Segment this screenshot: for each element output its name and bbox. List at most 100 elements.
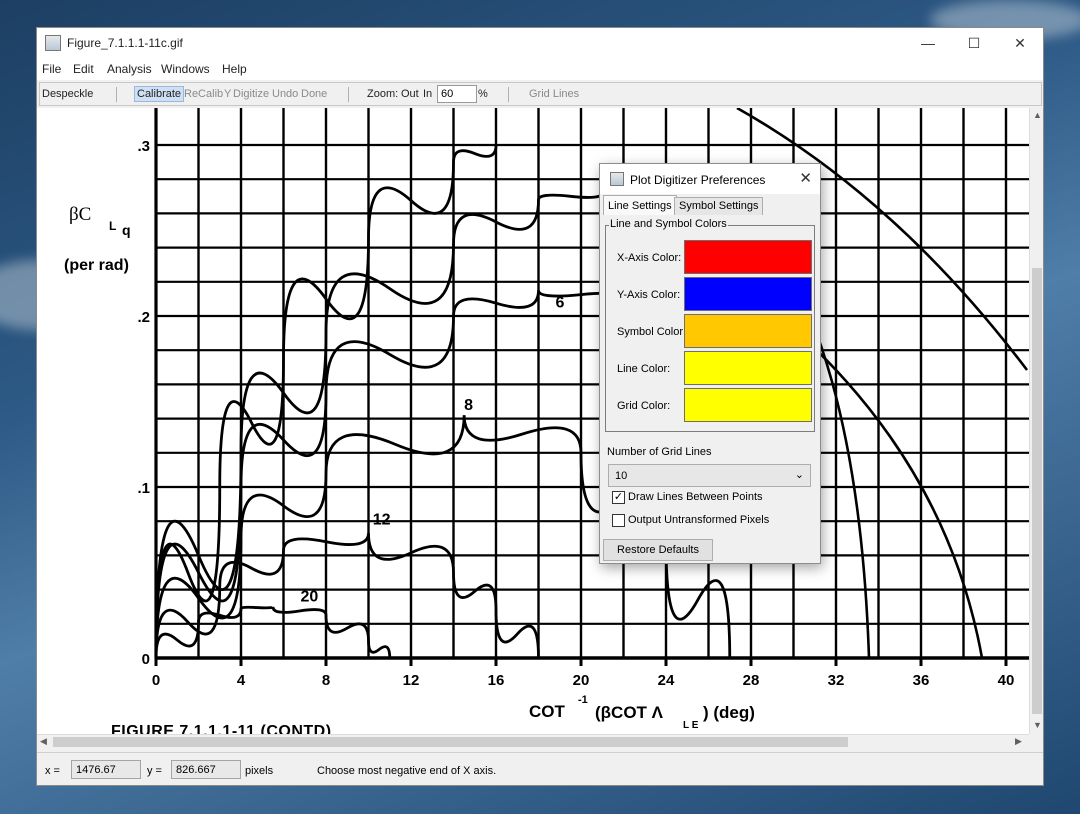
preferences-dialog: Plot Digitizer Preferences ✕ Line Settin… [599,163,821,564]
x-tick-label: 20 [573,672,590,689]
y-tick-label: .2 [137,309,150,326]
x-tick-label: 4 [237,672,246,689]
toolbar-separator [348,87,349,102]
scroll-left-icon[interactable]: ◀ [40,736,47,747]
x-tick-label: 8 [322,672,330,689]
despeckle-button[interactable]: Despeckle [42,88,93,100]
grid-lines-button[interactable]: Grid Lines [529,88,579,100]
scroll-right-icon[interactable]: ▶ [1015,736,1022,747]
zoom-in-button[interactable]: In [423,88,432,100]
y-coord-label: y = [147,765,162,777]
scroll-down-icon[interactable]: ▼ [1033,720,1042,730]
y-button[interactable]: Y [224,88,231,100]
horizontal-scrollbar[interactable]: ◀ ▶ [37,734,1029,748]
vertical-scroll-thumb[interactable] [1032,268,1042,714]
restore-defaults-button[interactable]: Restore Defaults [603,539,713,561]
grid-count-value: 10 [615,470,628,482]
menu-bar: File Edit Analysis Windows Help [37,58,1043,80]
recalib-button[interactable]: ReCalib [184,88,223,100]
title-bar: Figure_7.1.1.1-11c.gif — ☐ ✕ [37,28,1043,58]
menu-help[interactable]: Help [222,62,247,76]
toolbar: Despeckle Calibrate ReCalib Y Digitize U… [39,82,1042,106]
y-axis-color-swatch[interactable] [684,277,812,311]
toolbar-separator [116,87,117,102]
x-axis-title-exp: -1 [578,694,588,706]
digitize-button[interactable]: Digitize [233,88,269,100]
curve-20 [154,605,392,659]
java-app-icon [45,35,61,51]
draw-lines-checkbox[interactable]: ✓ [612,491,625,504]
x-axis-title: COT [529,702,566,721]
close-icon[interactable]: ✕ [997,28,1043,58]
curve-6 [154,289,625,659]
x-tick-label: 0 [152,672,160,689]
menu-windows[interactable]: Windows [161,62,210,76]
image-canvas[interactable]: .3 .2 .1 0 0 4 8 12 16 20 24 28 32 36 40 6 8 12 20 βC Lq (per… [37,108,1029,734]
menu-edit[interactable]: Edit [73,62,94,76]
zoom-out-button[interactable]: Out [401,88,419,100]
scanned-figure: .3 .2 .1 00 4 8 12 16 20 24 28 32 36 40 6 8 12 20 βC L q (per… [64,108,1029,734]
zoom-input[interactable]: 60 [437,85,477,103]
figure-axes [154,108,1029,660]
x-axis-color-swatch[interactable] [684,240,812,274]
y-tick-label: .1 [137,480,150,497]
draw-lines-label: Draw Lines Between Points [628,491,763,503]
x-axis-title-sub: L E [683,720,699,731]
grid-color-swatch[interactable] [684,388,812,422]
figure-grid [154,108,1029,660]
line-color-label: Line Color: [617,363,671,375]
curve-label-12: 12 [373,512,391,529]
figure-curves [154,108,1029,659]
x-tick-label: 24 [658,672,675,689]
dialog-close-icon[interactable]: ✕ [799,169,812,187]
symbol-color-label: Symbol Color: [617,326,687,338]
line-color-swatch[interactable] [684,351,812,385]
color-group-title: Line and Symbol Colors [609,218,728,230]
y-tick-label: 0 [142,651,150,668]
x-coord-label: x = [45,765,60,777]
maximize-icon[interactable]: ☐ [951,28,997,58]
y-axis-units: (per rad) [64,257,129,274]
vertical-scrollbar[interactable]: ▲ ▼ [1029,108,1043,734]
calibrate-button[interactable]: Calibrate [134,86,185,102]
x-tick-label: 28 [743,672,760,689]
y-axis-color-label: Y-Axis Color: [617,289,681,301]
symbol-color-swatch[interactable] [684,314,812,348]
curve-label-8: 8 [464,397,473,414]
done-button[interactable]: Done [301,88,327,100]
zoom-label: Zoom: [367,88,399,100]
y-axis-title-sub: L [109,219,116,233]
horizontal-scroll-thumb[interactable] [53,737,848,747]
x-coord-field: 1476.67 [71,760,141,779]
main-window: Figure_7.1.1.1-11c.gif — ☐ ✕ File Edit A… [36,27,1044,786]
tab-line-settings[interactable]: Line Settings [603,195,677,215]
menu-analysis[interactable]: Analysis [107,62,152,76]
figure-caption: FIGURE 7.1.1.1-11 (CONTD) [111,723,332,734]
minimize-icon[interactable]: — [905,28,951,58]
scroll-up-icon[interactable]: ▲ [1033,110,1042,120]
grid-count-label: Number of Grid Lines [607,446,712,458]
grid-color-label: Grid Color: [617,400,671,412]
y-coord-field: 826.667 [171,760,241,779]
status-bar: x = 1476.67 y = 826.667 pixels Choose mo… [37,752,1043,784]
zoom-percent-label: % [478,88,488,100]
undo-button[interactable]: Undo [272,88,298,100]
x-tick-label: 36 [913,672,930,689]
x-axis-title-unit: ) (deg) [703,703,755,722]
dialog-title-bar: Plot Digitizer Preferences ✕ [600,164,820,194]
curve-label-6: 6 [556,294,565,311]
output-pixels-checkbox[interactable] [612,514,625,527]
y-axis-title: βC [69,204,91,225]
y-tick-label: .3 [137,138,150,155]
x-tick-label: 40 [998,672,1015,689]
grid-count-select[interactable]: 10 ⌄ [608,464,811,487]
coord-unit-label: pixels [245,765,274,777]
y-axis-title-sub2: q [122,222,131,238]
x-tick-label: 12 [403,672,420,689]
tab-symbol-settings[interactable]: Symbol Settings [674,197,764,215]
menu-file[interactable]: File [42,62,61,76]
color-settings-group: Line and Symbol Colors X-Axis Color: Y-A… [605,218,815,432]
window-title: Figure_7.1.1.1-11c.gif [67,36,183,50]
chevron-down-icon: ⌄ [794,469,804,481]
toolbar-separator [508,87,509,102]
